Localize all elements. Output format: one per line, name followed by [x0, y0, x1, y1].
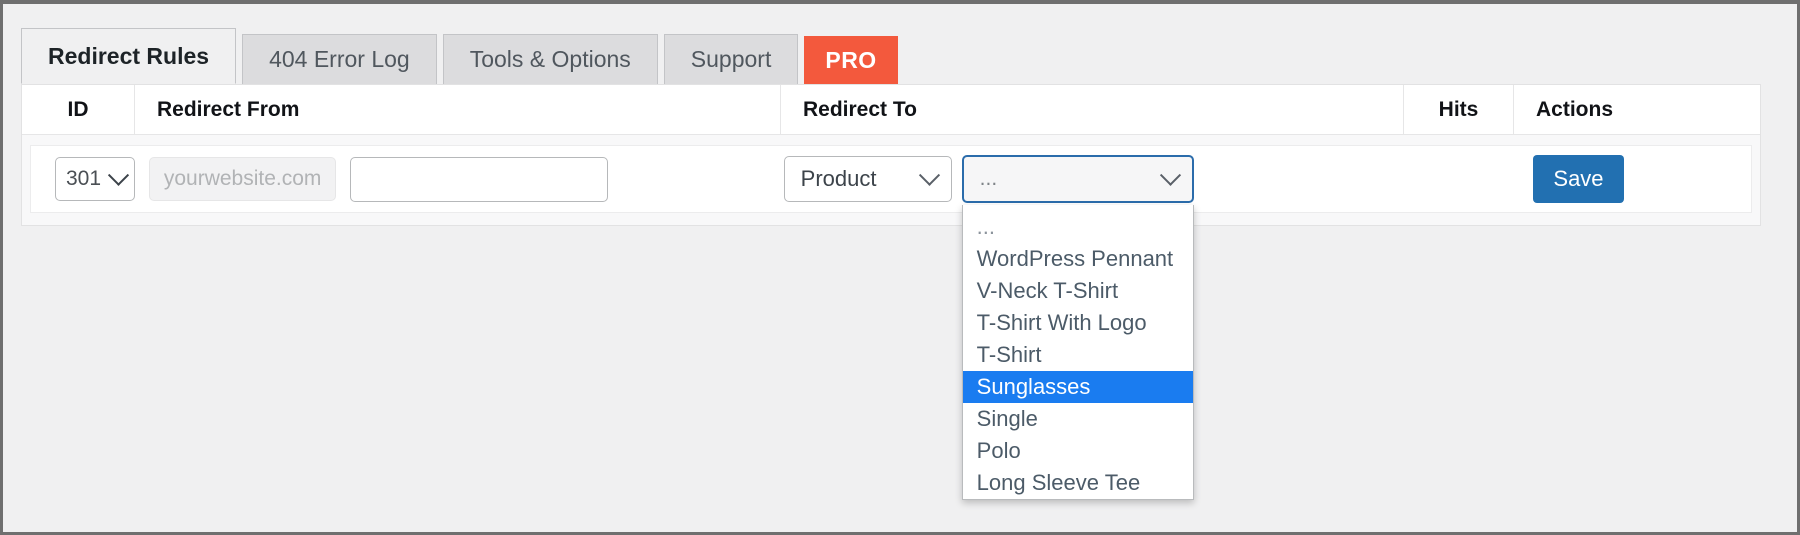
dropdown-option[interactable]: WordPress Pennant [963, 243, 1193, 275]
tab-support[interactable]: Support [663, 34, 799, 84]
cell-id: 301 [31, 145, 139, 213]
dropdown-option[interactable]: Long Sleeve Tee [963, 467, 1193, 499]
target-value-dropdown-list[interactable]: ... WordPress Pennant V-Neck T-Shirt T-S… [961, 205, 1194, 500]
target-value-select[interactable]: ... [961, 155, 1194, 203]
table-header-row: ID Redirect From Redirect To Hits Action… [22, 85, 1760, 135]
tab-pro[interactable]: PRO [804, 36, 898, 84]
cell-actions: Save [1511, 145, 1751, 213]
save-button[interactable]: Save [1533, 155, 1624, 203]
tab-bar: Redirect Rules 404 Error Log Tools & Opt… [21, 28, 904, 84]
table-row: 301 yourwebsite.com Product ... ... Word… [30, 145, 1752, 500]
tab-label: Tools & Options [469, 46, 631, 72]
tab-label: 404 Error Log [269, 46, 410, 72]
url-prefix-addon: yourwebsite.com [148, 157, 337, 201]
column-header-id: ID [22, 85, 135, 134]
tab-label: PRO [825, 47, 877, 73]
dropdown-option[interactable]: V-Neck T-Shirt [963, 275, 1193, 307]
tab-label: Redirect Rules [48, 42, 210, 69]
cell-redirect-from: yourwebsite.com [139, 145, 784, 213]
dropdown-option[interactable]: Single [963, 403, 1193, 435]
admin-page: Redirect Rules 404 Error Log Tools & Opt… [3, 4, 1797, 532]
target-value-text: ... [979, 167, 998, 190]
target-value-select-wrapper: ... ... WordPress Pennant V-Neck T-Shirt… [961, 155, 1194, 500]
redirect-from-input[interactable] [350, 156, 609, 202]
chevron-down-icon [107, 164, 130, 186]
cell-redirect-to: Product ... ... WordPress Pennant V-Neck… [783, 145, 1402, 500]
column-header-actions: Actions [1536, 97, 1614, 121]
chevron-down-icon [918, 164, 940, 186]
dropdown-option[interactable]: Polo [963, 435, 1193, 467]
column-header-redirect-from: Redirect From [135, 85, 781, 134]
status-code-value: 301 [66, 167, 102, 190]
chevron-down-icon [1159, 164, 1181, 186]
tab-label: Support [690, 46, 772, 72]
target-type-select[interactable]: Product [783, 156, 952, 202]
redirect-rules-panel: ID Redirect From Redirect To Hits Action… [21, 84, 1761, 500]
tab-redirect-rules[interactable]: Redirect Rules [21, 28, 237, 84]
dropdown-option-selected[interactable]: Sunglasses [962, 371, 1193, 403]
tab-tools-and-options[interactable]: Tools & Options [442, 34, 658, 84]
column-header-redirect-to: Redirect To [781, 85, 1404, 134]
dropdown-option[interactable]: T-Shirt [963, 339, 1193, 371]
column-header-hits: Hits [1404, 85, 1514, 134]
target-type-value: Product [800, 166, 877, 191]
status-code-select[interactable]: 301 [55, 157, 135, 201]
cell-hits [1402, 145, 1512, 213]
dropdown-option[interactable]: ... [963, 211, 1193, 243]
table-body: 301 yourwebsite.com Product ... ... Word… [22, 135, 1760, 500]
tab-404-error-log[interactable]: 404 Error Log [242, 34, 437, 84]
dropdown-option[interactable]: T-Shirt With Logo [963, 307, 1193, 339]
